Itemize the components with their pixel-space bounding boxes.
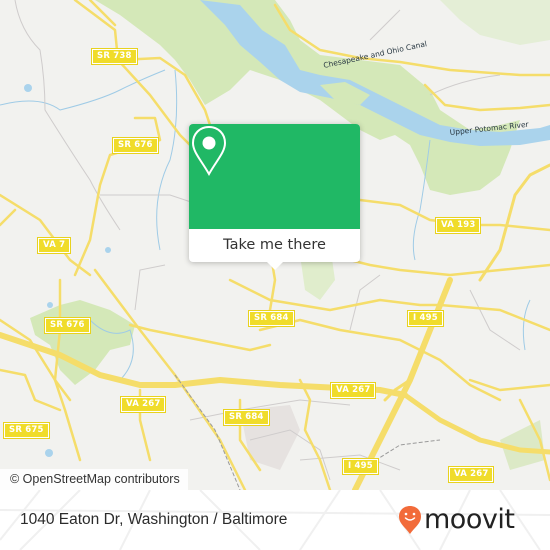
map-canvas[interactable]: Chesapeake and Ohio Canal Upper Potomac … [0,0,550,490]
road-shield-va267: VA 267 [119,396,167,413]
destination-popup: Take me there [189,124,360,270]
stream-2 [156,69,178,251]
road-shield-va7: VA 7 [36,237,72,254]
moovit-wordmark: moovit [424,504,515,535]
road-shield-sr684: SR 684 [223,409,270,426]
map-widget: Chesapeake and Ohio Canal Upper Potomac … [0,0,550,550]
pond-3 [47,302,53,308]
address-text: 1040 Eaton Dr, Washington / Baltimore [20,511,288,528]
road-shield-sr675: SR 675 [3,422,50,439]
park-area-northeast [440,0,550,45]
pond-1 [24,84,32,92]
road-shield-sr738: SR 738 [91,48,138,65]
popup-pointer [267,262,283,270]
road-shield-sr676: SR 676 [112,137,159,154]
road-shield-va267: VA 267 [447,466,495,483]
park-area-west [30,300,135,385]
map-attribution[interactable]: © OpenStreetMap contributors [0,469,188,490]
road-shield-sr676: SR 676 [44,317,91,334]
pond-2 [105,247,111,253]
moovit-logo[interactable]: moovit [398,504,515,536]
location-pin-icon [191,125,227,177]
pond-4 [45,449,53,457]
road-shield-sr684: SR 684 [248,310,295,327]
road-shield-va267: VA 267 [329,382,377,399]
take-me-there-button[interactable]: Take me there [189,229,360,262]
road-shield-va193: VA 193 [434,217,482,234]
popup-header [189,124,360,229]
stream-5 [522,299,531,351]
road-shield-i495: I 495 [407,310,444,327]
road-shield-i495: I 495 [342,458,379,475]
moovit-smiley-pin-icon [399,506,421,534]
footer-bar: 1040 Eaton Dr, Washington / Baltimore mo… [0,490,550,550]
